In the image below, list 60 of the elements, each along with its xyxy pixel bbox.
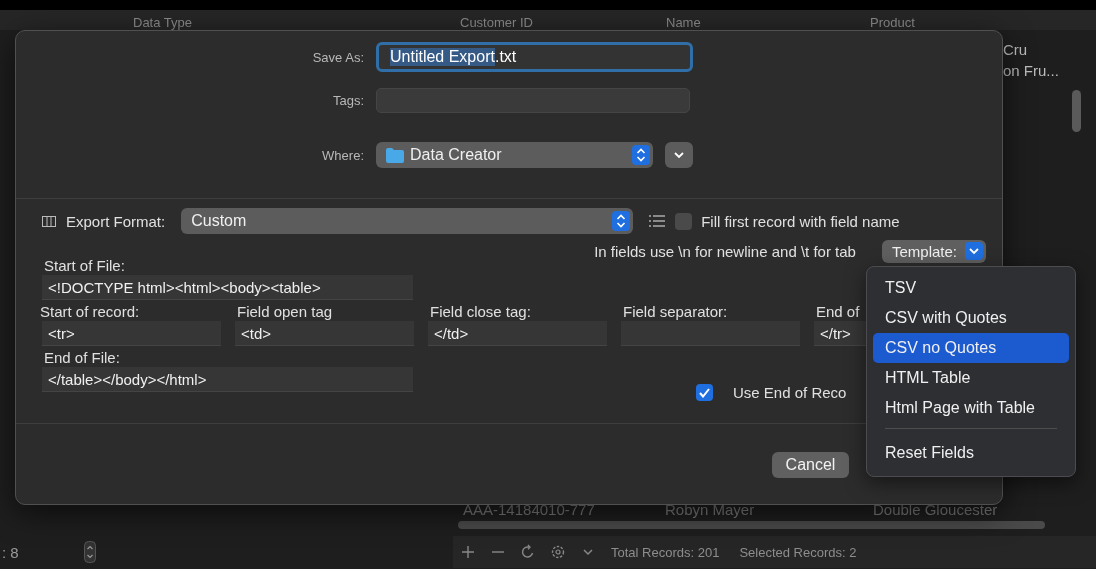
input-field[interactable]: </table></body></html> [42, 367, 413, 392]
total-records: Total Records: 201 [611, 544, 720, 560]
input-field[interactable]: <tr> [42, 321, 221, 346]
table-cell-text: AAA-14184010-777 [463, 501, 596, 519]
settings-icon[interactable] [550, 544, 566, 560]
column-header[interactable]: Product [870, 16, 990, 30]
tags-label: Tags: [331, 93, 365, 108]
menu-item[interactable]: HTML Table [873, 363, 1069, 393]
menu-item[interactable]: CSV no Quotes [873, 333, 1069, 363]
export-format-label: Export Format: [66, 212, 166, 230]
input-field[interactable]: <!DOCTYPE html><html><body><table> [42, 275, 413, 300]
scrollbar-thumb[interactable] [458, 521, 1045, 529]
input-field[interactable]: </td> [428, 321, 607, 346]
refresh-icon[interactable] [520, 544, 536, 560]
field-label: Field separator: [623, 303, 728, 320]
field-label: Field open tag [237, 303, 333, 320]
use-end-checkbox[interactable] [696, 384, 713, 401]
input-field[interactable] [621, 321, 800, 346]
folder-icon [386, 147, 404, 163]
stepper-icon[interactable] [84, 541, 96, 563]
field-label: End of File: [44, 349, 120, 366]
menu-item[interactable]: TSV [873, 273, 1069, 303]
table-cell-text: Cru [1003, 41, 1029, 58]
where-label: Where: [321, 147, 365, 163]
columns-icon [42, 215, 56, 227]
selected-records: Selected Records: 2 [739, 544, 857, 560]
list-icon [649, 215, 666, 227]
scrollbar-thumb[interactable] [1072, 90, 1081, 132]
field-label: Start of record: [40, 303, 140, 320]
fill-first-checkbox[interactable] [675, 212, 693, 230]
column-header[interactable]: Data Type [133, 16, 460, 30]
field-label: Field close tag: [430, 303, 531, 320]
input-field[interactable]: <td> [235, 321, 414, 346]
save-as-field[interactable]: Untitled Export.txt [376, 42, 693, 72]
table-cell-text: Robyn Mayer [665, 501, 756, 519]
chevron-down-icon [674, 151, 684, 159]
column-header[interactable]: Customer ID [460, 16, 666, 30]
cancel-button[interactable]: Cancel [772, 452, 849, 478]
hint-text: In fields use \n for newline and \t for tab [594, 242, 856, 260]
tags-field[interactable] [376, 88, 690, 113]
field-label: End of [816, 303, 860, 320]
export-format-popup[interactable]: Custom [181, 208, 634, 234]
menu-item[interactable]: Reset Fields [873, 438, 1069, 468]
menu-item[interactable]: CSV with Quotes [873, 303, 1069, 333]
stepper-icon [632, 145, 650, 165]
use-end-label: Use End of Reco [733, 384, 847, 401]
stepper-icon [612, 211, 631, 231]
table-cell-text: Double Gloucester [873, 501, 999, 519]
where-popup[interactable]: Data Creator [376, 142, 653, 168]
expand-button[interactable] [665, 142, 693, 168]
chevron-down-icon [969, 247, 979, 255]
plus-icon[interactable] [460, 544, 476, 560]
table-cell-text: on Fru... [1003, 62, 1060, 79]
fill-first-label: Fill first record with field name [701, 212, 900, 230]
menu-item[interactable]: Html Page with Table [873, 393, 1069, 423]
field-label: Start of File: [44, 257, 125, 274]
template-button[interactable]: Template: [881, 239, 986, 263]
save-as-label: Save As: [311, 49, 365, 65]
field-value: : 8 [1, 543, 20, 561]
column-header[interactable]: Name [666, 16, 870, 30]
